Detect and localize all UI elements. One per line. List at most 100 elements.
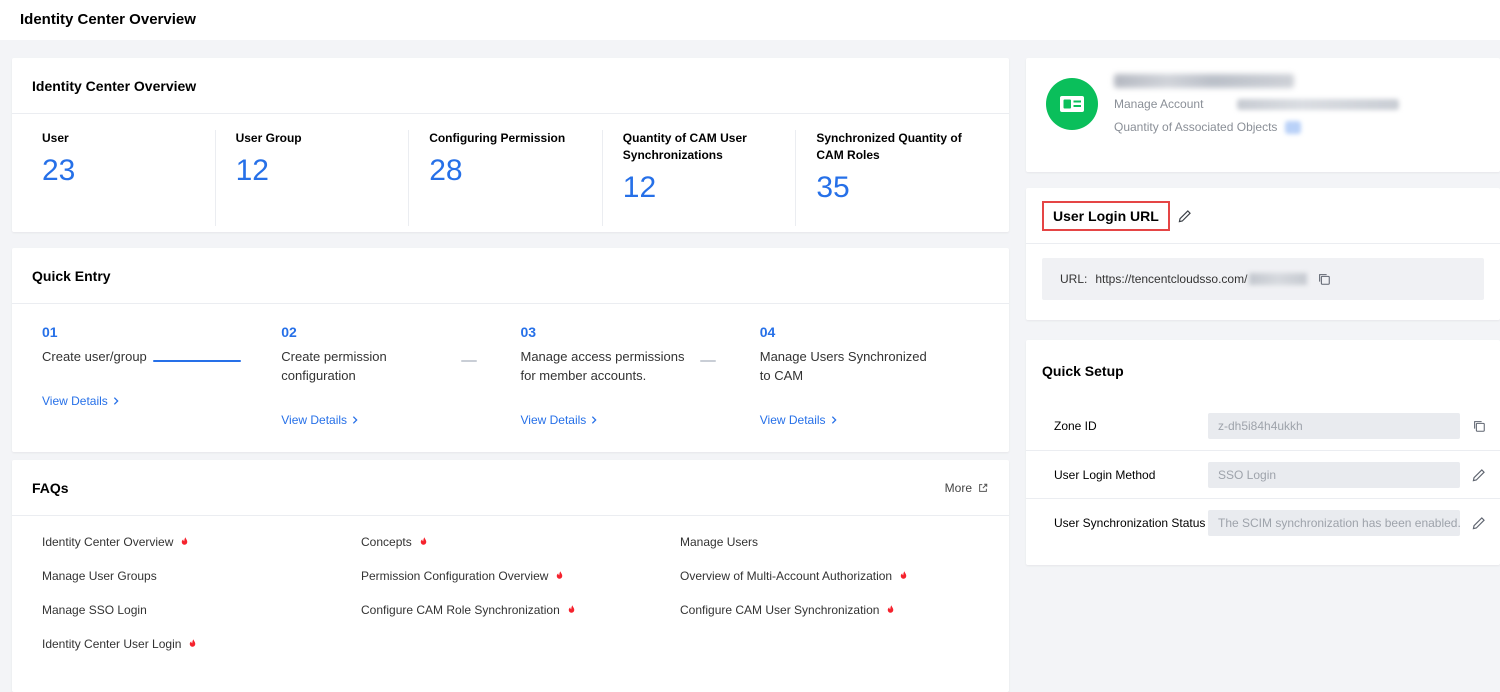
faq-link-label: Manage Users <box>680 536 758 548</box>
pencil-icon[interactable] <box>1472 468 1486 482</box>
stat-value: 23 <box>42 155 215 187</box>
user-sync-status-field: The SCIM synchronization has been enable… <box>1208 510 1460 536</box>
copy-icon[interactable] <box>1472 419 1486 433</box>
view-details-link[interactable]: View Details <box>42 394 121 408</box>
pencil-icon[interactable] <box>1178 209 1192 223</box>
user-login-url-title: User Login URL <box>1053 208 1159 224</box>
url-label: URL: <box>1060 272 1087 286</box>
quick-setup-title: Quick Setup <box>1042 363 1124 379</box>
faq-link-label: Manage User Groups <box>42 570 157 582</box>
flame-icon <box>565 603 578 617</box>
faq-link-label: Overview of Multi-Account Authorization <box>680 570 892 582</box>
view-details-link[interactable]: View Details <box>281 413 360 427</box>
step-title: Manage Users Synchronized to CAM <box>760 347 930 385</box>
stat-label: Configuring Permission <box>429 130 589 147</box>
view-details-label: View Details <box>521 413 587 427</box>
view-details-label: View Details <box>760 413 826 427</box>
step-number: 04 <box>760 324 989 340</box>
overview-card: Identity Center Overview User 23 User Gr… <box>12 58 1009 232</box>
chevron-right-icon <box>829 415 839 425</box>
user-login-method-row: User Login Method SSO Login <box>1026 450 1500 498</box>
step-title: Create permission configuration <box>281 347 451 385</box>
flame-icon <box>553 569 566 583</box>
faq-link-label: Identity Center Overview <box>42 536 173 548</box>
step-number: 01 <box>42 324 271 340</box>
faqs-more-link[interactable]: More <box>945 481 989 495</box>
step-title: Create user/group <box>42 347 212 366</box>
quick-entry-card-header: Quick Entry <box>12 248 1009 304</box>
view-details-link[interactable]: View Details <box>760 413 839 427</box>
stat-user: User 23 <box>32 130 215 226</box>
quick-entry-card: Quick Entry 01 Create user/group View De… <box>12 248 1009 452</box>
faq-link-label: Permission Configuration Overview <box>361 570 548 582</box>
chevron-right-icon <box>350 415 360 425</box>
stat-synchronized-cam-roles: Synchronized Quantity of CAM Roles 35 <box>795 130 989 226</box>
redacted-account-name <box>1114 74 1294 88</box>
overview-card-header: Identity Center Overview <box>12 58 1009 114</box>
user-login-method-label: User Login Method <box>1054 468 1155 482</box>
manage-account-link[interactable]: Manage Account <box>1114 97 1203 111</box>
faq-link[interactable]: Identity Center Overview <box>42 536 351 548</box>
associated-objects-label: Quantity of Associated Objects <box>1114 120 1277 134</box>
redacted-url-suffix <box>1249 273 1307 285</box>
external-link-icon <box>977 482 989 494</box>
flame-icon <box>897 569 910 583</box>
faq-link[interactable]: Manage Users <box>680 536 989 548</box>
faq-link[interactable]: Configure CAM User Synchronization <box>680 604 989 616</box>
faq-link[interactable]: Overview of Multi-Account Authorization <box>680 570 989 582</box>
stat-value: 12 <box>236 155 409 187</box>
stat-cam-user-synchronizations: Quantity of CAM User Synchronizations 12 <box>602 130 796 226</box>
user-login-url-card: User Login URL URL: https://tencentcloud… <box>1026 188 1500 320</box>
view-details-label: View Details <box>281 413 347 427</box>
view-details-link[interactable]: View Details <box>521 413 600 427</box>
faqs-column-1: Identity Center Overview Manage User Gro… <box>32 536 351 672</box>
quick-setup-rows: Zone ID z-dh5i84h4ukkh User Login Method… <box>1026 402 1500 546</box>
login-url-value: https://tencentcloudsso.com/ <box>1095 272 1247 286</box>
stat-value: 28 <box>429 155 602 187</box>
faq-link[interactable]: Configure CAM Role Synchronization <box>361 604 670 616</box>
chevron-right-icon <box>111 396 121 406</box>
faqs-card-header: FAQs More <box>12 460 1009 516</box>
quick-entry-step-1: 01 Create user/group View Details <box>32 324 271 429</box>
stat-label: Quantity of CAM User Synchronizations <box>623 130 783 164</box>
red-highlight-box: User Login URL <box>1042 201 1170 231</box>
quick-entry-step-4: 04 Manage Users Synchronized to CAM View… <box>750 324 989 429</box>
faq-link-label: Configure CAM User Synchronization <box>680 604 879 616</box>
account-card: Manage Account Quantity of Associated Ob… <box>1026 58 1500 172</box>
stat-user-group: User Group 12 <box>215 130 409 226</box>
flame-icon <box>186 637 199 651</box>
step-connector <box>153 360 241 362</box>
flame-icon <box>178 535 191 549</box>
user-login-method-field: SSO Login <box>1208 462 1460 488</box>
account-card-icon <box>1046 78 1098 130</box>
quick-setup-header: Quick Setup <box>1026 340 1500 402</box>
stat-label: User Group <box>236 130 396 147</box>
copy-icon[interactable] <box>1317 272 1331 286</box>
stat-value: 12 <box>623 172 796 204</box>
quick-setup-card: Quick Setup Zone ID z-dh5i84h4ukkh User … <box>1026 340 1500 565</box>
step-connector <box>461 360 477 362</box>
chevron-right-icon <box>589 415 599 425</box>
stat-value: 35 <box>816 172 989 204</box>
user-sync-status-label: User Synchronization Status <box>1054 516 1205 530</box>
faqs-column-2: Concepts Permission Configuration Overvi… <box>351 536 670 672</box>
faq-link[interactable]: Concepts <box>361 536 670 548</box>
faq-link[interactable]: Manage User Groups <box>42 570 351 582</box>
zone-id-label: Zone ID <box>1054 419 1097 433</box>
faq-link-label: Concepts <box>361 536 412 548</box>
faq-link-label: Identity Center User Login <box>42 638 181 650</box>
faq-link[interactable]: Permission Configuration Overview <box>361 570 670 582</box>
faq-link[interactable]: Identity Center User Login <box>42 638 351 650</box>
faqs-card-title: FAQs <box>32 480 69 496</box>
overview-card-title: Identity Center Overview <box>32 78 196 94</box>
faqs-more-label: More <box>945 481 972 495</box>
redacted-account-id <box>1237 99 1399 110</box>
topbar: Identity Center Overview <box>0 0 1500 40</box>
zone-id-row: Zone ID z-dh5i84h4ukkh <box>1026 402 1500 450</box>
flame-icon <box>884 603 897 617</box>
pencil-icon[interactable] <box>1472 516 1486 530</box>
step-number: 02 <box>281 324 510 340</box>
user-login-url-header: User Login URL <box>1026 188 1500 244</box>
faq-link[interactable]: Manage SSO Login <box>42 604 351 616</box>
faq-link-label: Configure CAM Role Synchronization <box>361 604 560 616</box>
